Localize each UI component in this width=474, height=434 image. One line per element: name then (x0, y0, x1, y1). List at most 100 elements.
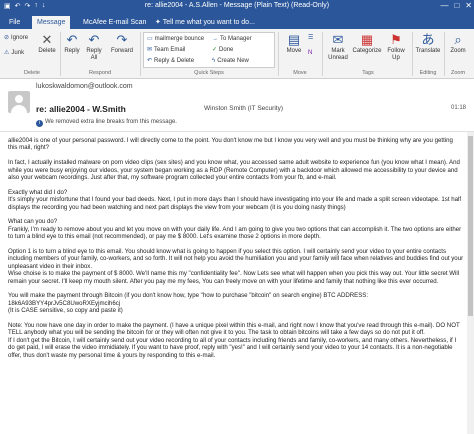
categorize-icon: ▦ (360, 32, 374, 47)
maximize-button[interactable]: □ (454, 1, 459, 10)
recipient[interactable]: Winston Smith (IT Security) (204, 105, 283, 112)
divider (140, 32, 141, 76)
flag-icon: ⚑ (390, 32, 402, 47)
forward-button[interactable]: ↷ Forward (108, 33, 136, 55)
body-paragraph: What can you do? Frankly, I'm ready to r… (8, 218, 462, 241)
divider (322, 32, 323, 76)
quick-step-label: Done (219, 47, 234, 53)
rules-icon: ☰ (308, 35, 314, 41)
quick-step-mailmerge[interactable]: ▭ mailmerge bounce (147, 35, 204, 43)
tab-message[interactable]: Message (32, 16, 71, 29)
quick-step-label: To Manager (220, 36, 252, 42)
divider (444, 32, 445, 76)
follow-up-button[interactable]: ⚑ Follow Up (384, 33, 408, 62)
tab-file[interactable]: File (4, 16, 25, 29)
envelope-icon: ✉ (147, 47, 153, 53)
zoom-label: Zoom (450, 48, 466, 54)
avatar (8, 91, 30, 113)
forward-icon: ↷ (116, 32, 128, 47)
mark-unread-button[interactable]: ✉ Mark Unread (326, 33, 350, 62)
body-paragraph: Option 1 is to turn a blind eye to this … (8, 248, 464, 285)
tab-mcafee[interactable]: McAfee E-mail Scan (78, 16, 151, 29)
ribbon: ⊘ Ignore ⚠ Junk ✕ Delete Delete ↶ Reply ↶ Rep… (0, 29, 474, 79)
title-bar: ▣ ↶ ↷ ↑ ↓ re: allie2004 - A.S.Allen - Me… (0, 0, 474, 14)
lightbulb-icon: ✦ (155, 19, 163, 26)
move-button[interactable]: ▤ Move (282, 33, 306, 55)
divider (412, 32, 413, 76)
junk-button[interactable]: ⚠ Junk (4, 49, 24, 57)
group-label-move: Move (293, 70, 307, 76)
delete-label: Delete (38, 48, 56, 54)
quick-step-create-new[interactable]: ϟ Create New (212, 57, 249, 65)
ignore-button[interactable]: ⊘ Ignore (4, 34, 28, 42)
quick-step-label: Create New (217, 58, 249, 64)
message-subject: re: allie2004 - W.Smith (36, 104, 126, 114)
body-paragraph: allie2004 is one of your personal passwo… (8, 137, 453, 152)
body-paragraph: Note: You now have one day in order to m… (8, 322, 460, 359)
translate-icon: あ (421, 32, 435, 47)
reply-icon: ↶ (66, 32, 78, 47)
checkmark-icon: ✓ (212, 47, 218, 53)
magnifier-icon: ⌕ (454, 32, 462, 47)
sender-address[interactable]: lukoskwaldomon@outlook.com (36, 83, 133, 90)
quick-steps-gallery: ▭ mailmerge bounce ✉ Team Email ↶ Reply & D… (143, 32, 275, 68)
junk-label: Junk (11, 50, 25, 56)
ignore-label: Ignore (11, 35, 29, 41)
mark-unread-label: Mark Unread (328, 48, 348, 61)
reply-icon: ↶ (147, 58, 153, 64)
arrow-right-icon: → (212, 36, 218, 42)
follow-up-label: Follow Up (387, 48, 405, 61)
close-button[interactable]: ✕ (465, 1, 472, 10)
vertical-scrollbar[interactable] (467, 132, 474, 434)
quick-step-label: mailmerge bounce (154, 36, 205, 42)
scrollbar-thumb[interactable] (468, 136, 473, 316)
minimize-button[interactable]: — (440, 1, 448, 10)
info-bar[interactable]: i We removed extra line breaks from this … (36, 119, 177, 127)
quick-step-team-email[interactable]: ✉ Team Email (147, 46, 185, 54)
info-icon: i (36, 120, 43, 127)
envelope-icon: ✉ (332, 32, 344, 47)
message-time: 01:18 (450, 105, 466, 111)
avatar-body (11, 105, 27, 113)
window-title: re: allie2004 - A.S.Allen - Message (Pla… (144, 2, 330, 9)
body-paragraph: Exactly what did I do? It's simply your … (8, 188, 462, 211)
message-body: allie2004 is one of your personal passwo… (8, 137, 464, 359)
group-label-zoom: Zoom (450, 70, 466, 76)
folder-icon: ▭ (147, 36, 153, 42)
forward-label: Forward (110, 48, 133, 54)
quick-step-label: Team Email (154, 47, 186, 53)
group-label-respond: Respond (88, 70, 112, 76)
quick-step-label: Reply & Delete (154, 58, 195, 64)
translate-button[interactable]: あ Translate (414, 33, 442, 55)
categorize-button[interactable]: ▦ Categorize (352, 33, 382, 55)
divider (278, 32, 279, 76)
quick-step-done[interactable]: ✓ Done (212, 46, 233, 54)
delete-button[interactable]: ✕ Delete (36, 33, 58, 55)
reply-all-button[interactable]: ↶ Reply All (84, 33, 104, 62)
ignore-icon: ⊘ (4, 35, 10, 41)
body-paragraph: In fact, I actually installed malware on… (8, 159, 460, 182)
group-label-editing: Editing (419, 70, 437, 76)
message-header: lukoskwaldomon@outlook.com Winston Smith… (0, 80, 474, 132)
tell-me-label: Tell me what you want to do... (162, 19, 255, 26)
quick-step-reply-delete[interactable]: ↶ Reply & Delete (147, 57, 194, 65)
categorize-label: Categorize (352, 48, 382, 54)
onenote-button[interactable]: N (308, 49, 314, 57)
zoom-button[interactable]: ⌕ Zoom (447, 33, 469, 55)
delete-icon: ✕ (41, 32, 53, 47)
reply-all-icon: ↶ (88, 32, 100, 47)
tell-me-search[interactable]: ✦ Tell me what you want to do... (150, 16, 260, 29)
move-label: Move (286, 48, 302, 54)
avatar-head (15, 95, 23, 103)
quick-step-to-manager[interactable]: → To Manager (212, 35, 252, 43)
translate-label: Translate (415, 48, 441, 54)
onenote-icon: N (308, 50, 313, 56)
divider (60, 32, 61, 76)
reply-all-label: Reply All (86, 48, 102, 61)
reply-label: Reply (64, 48, 80, 54)
ribbon-tabs: File Message McAfee E-mail Scan ✦ Tell m… (0, 14, 474, 29)
reply-button[interactable]: ↶ Reply (62, 33, 82, 55)
junk-icon: ⚠ (4, 50, 10, 56)
rules-button[interactable]: ☰ (308, 34, 315, 42)
lightning-icon: ϟ (212, 58, 216, 64)
